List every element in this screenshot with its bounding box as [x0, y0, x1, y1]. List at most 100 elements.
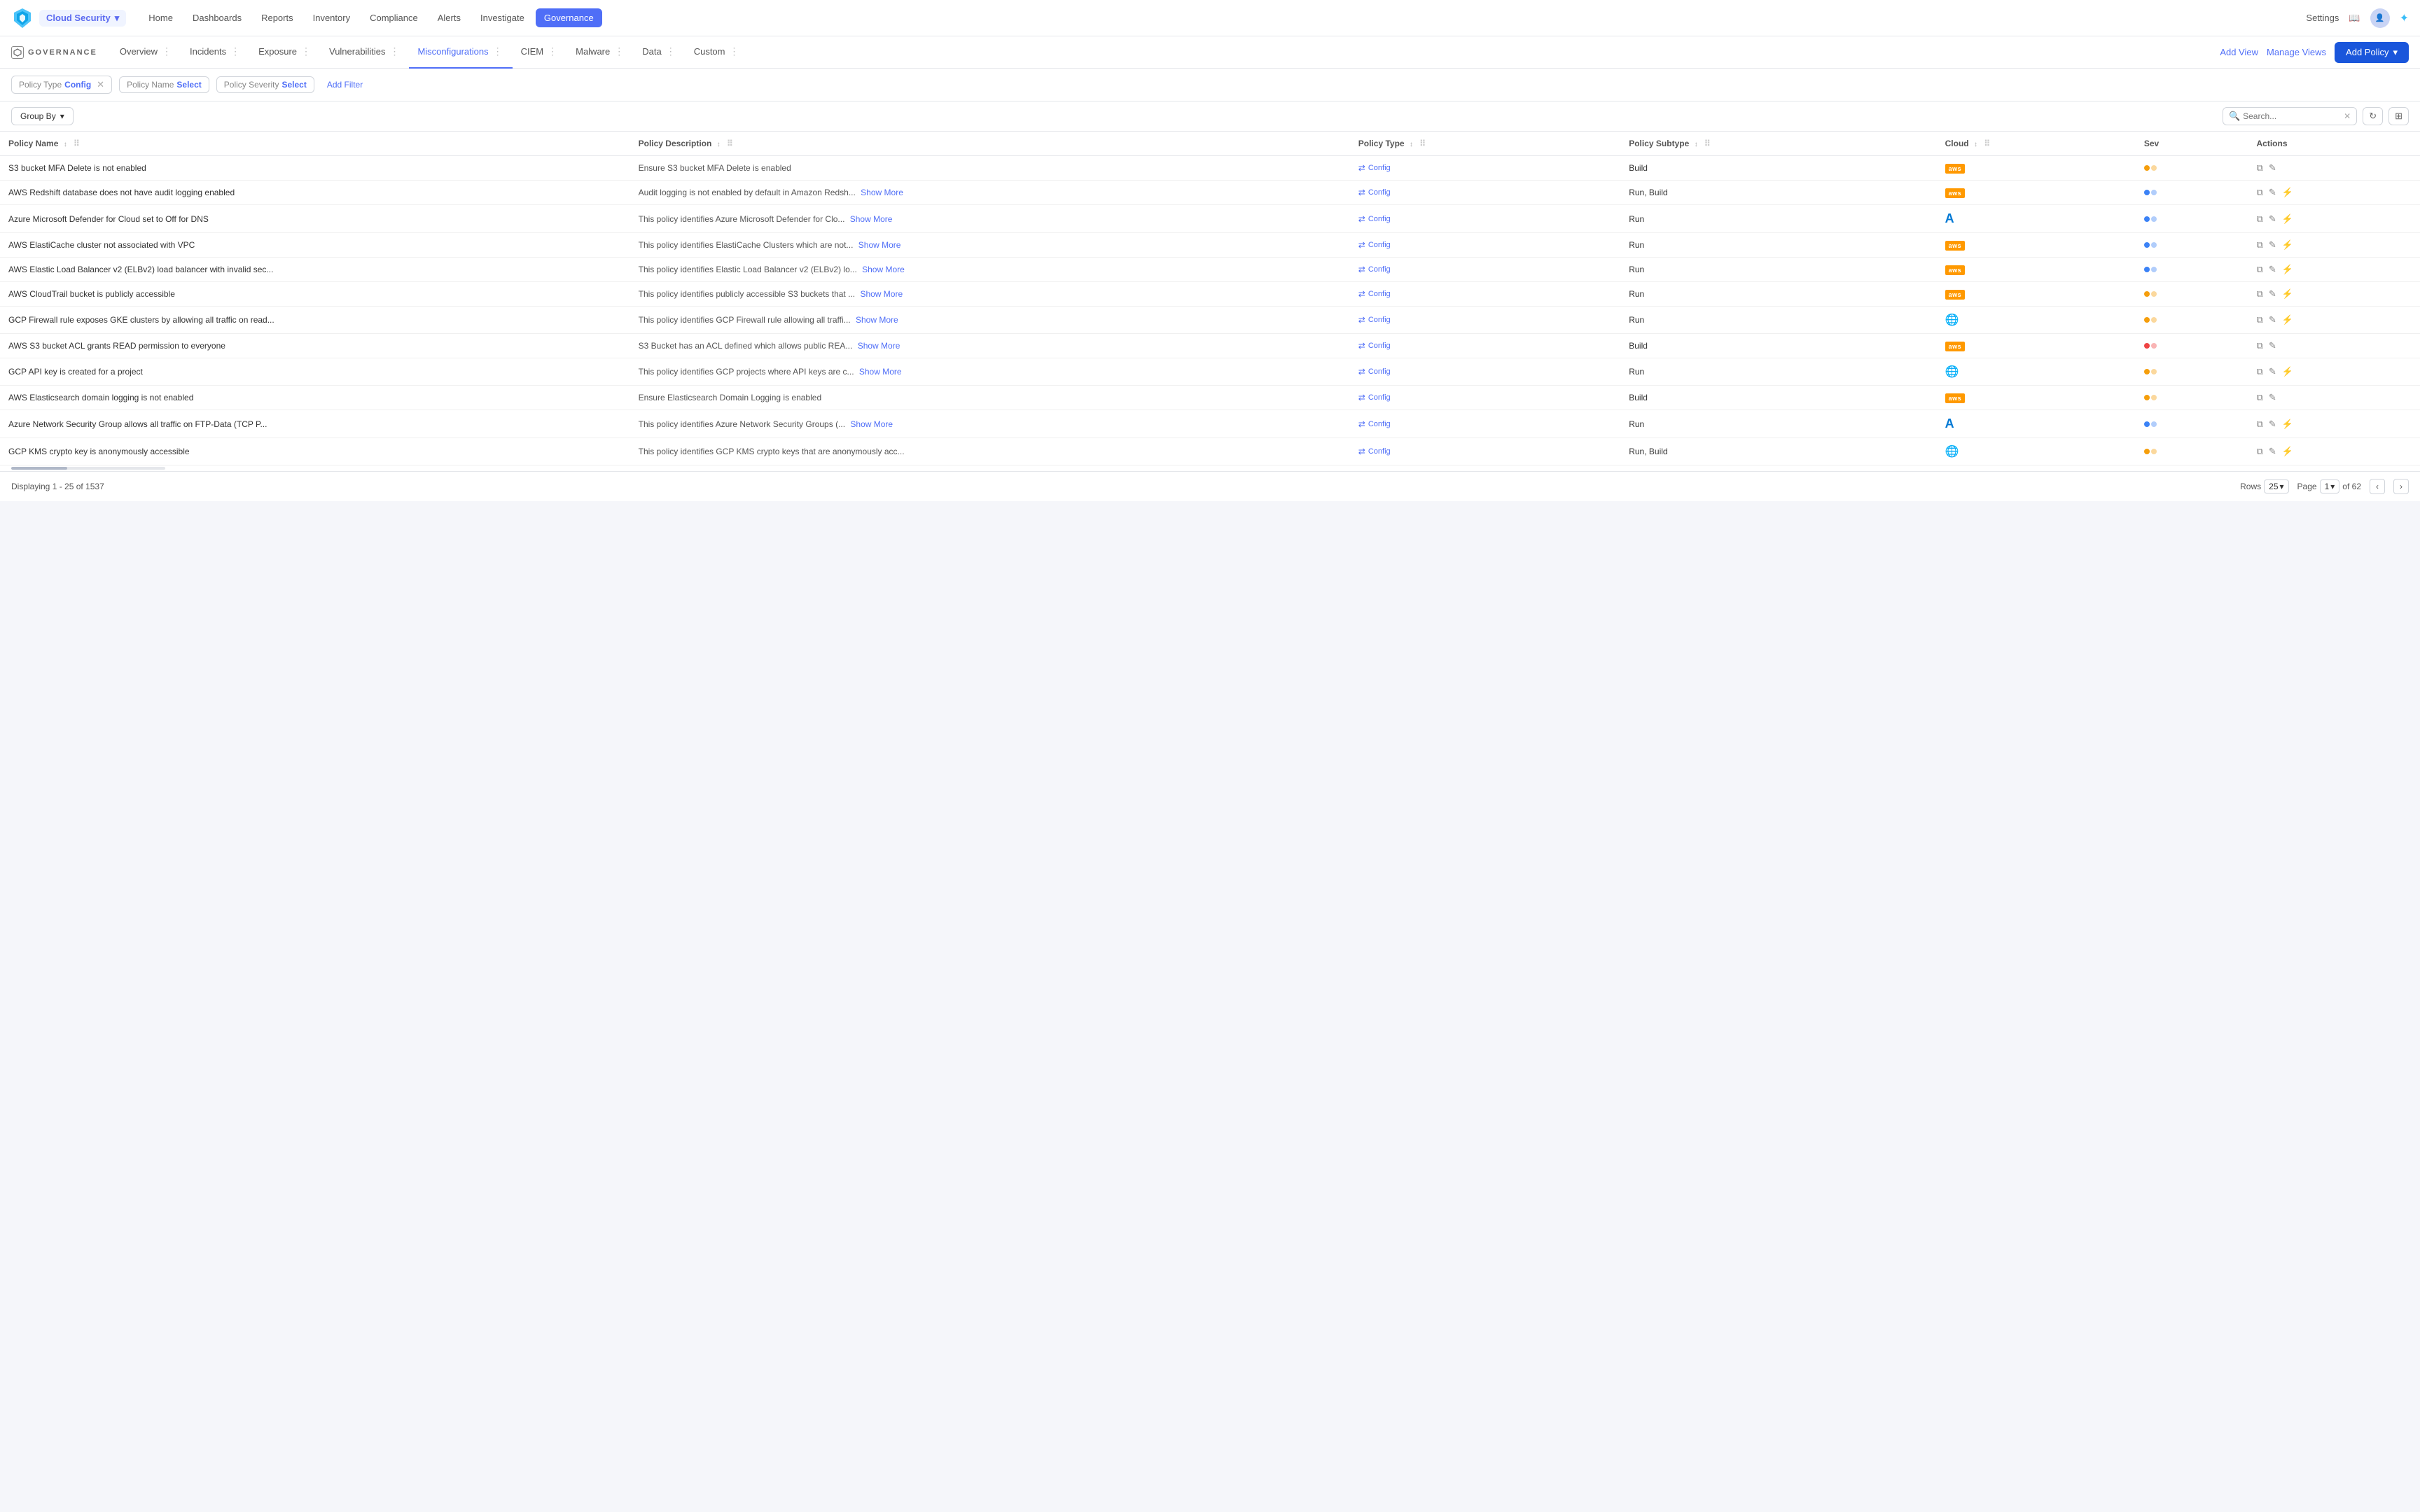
clone-action[interactable]: ⧉	[2257, 288, 2263, 300]
overview-dots[interactable]: ⋮	[160, 46, 173, 57]
sub-nav-misconfigurations[interactable]: Misconfigurations⋮	[409, 36, 512, 69]
scrollbar-thumb[interactable]	[11, 467, 67, 470]
clone-action[interactable]: ⧉	[2257, 340, 2263, 351]
book-icon[interactable]: 📖	[2349, 13, 2360, 24]
col-cloud[interactable]: Cloud ↕ ⠿	[1937, 132, 2136, 156]
sub-nav-overview[interactable]: Overview⋮	[111, 36, 181, 69]
show-more-link[interactable]: Show More	[858, 240, 901, 250]
nav-item-reports[interactable]: Reports	[253, 8, 302, 27]
nav-item-governance[interactable]: Governance	[536, 8, 602, 27]
edit-action[interactable]: ✎	[2269, 340, 2276, 351]
group-by-button[interactable]: Group By ▾	[11, 107, 74, 125]
col-severity[interactable]: Sev	[2136, 132, 2248, 156]
col-policy-subtype[interactable]: Policy Subtype ↕ ⠿	[1620, 132, 1936, 156]
policy-name-filter[interactable]: Policy Name Select	[119, 76, 209, 93]
show-more-link[interactable]: Show More	[859, 367, 902, 377]
show-more-link[interactable]: Show More	[850, 214, 893, 224]
more-action[interactable]: ⚡	[2282, 187, 2293, 198]
clone-action[interactable]: ⧉	[2257, 419, 2263, 430]
drag-icon-policy-name[interactable]: ⠿	[74, 139, 80, 148]
edit-action[interactable]: ✎	[2269, 392, 2276, 403]
manage-views-button[interactable]: Manage Views	[2267, 47, 2326, 57]
search-input[interactable]	[2243, 111, 2341, 121]
custom-dots[interactable]: ⋮	[728, 46, 741, 57]
edit-action[interactable]: ✎	[2269, 446, 2276, 457]
show-more-link[interactable]: Show More	[862, 265, 905, 274]
data-dots[interactable]: ⋮	[665, 46, 677, 57]
sub-nav-custom[interactable]: Custom⋮	[686, 36, 749, 69]
clone-action[interactable]: ⧉	[2257, 214, 2263, 225]
exposure-dots[interactable]: ⋮	[300, 46, 312, 57]
nav-item-compliance[interactable]: Compliance	[361, 8, 426, 27]
sub-nav-incidents[interactable]: Incidents⋮	[181, 36, 250, 69]
sub-nav-vulnerabilities[interactable]: Vulnerabilities⋮	[321, 36, 409, 69]
table-scroll[interactable]: Policy Name ↕ ⠿ Policy Description ↕ ⠿ P…	[0, 132, 2420, 465]
col-policy-description[interactable]: Policy Description ↕ ⠿	[630, 132, 1350, 156]
add-view-button[interactable]: Add View	[2220, 47, 2258, 57]
prev-page-button[interactable]: ‹	[2370, 479, 2385, 494]
sub-nav-exposure[interactable]: Exposure⋮	[250, 36, 321, 69]
drag-icon-policy-type[interactable]: ⠿	[1419, 139, 1426, 148]
clone-action[interactable]: ⧉	[2257, 392, 2263, 403]
nav-item-alerts[interactable]: Alerts	[429, 8, 469, 27]
edit-action[interactable]: ✎	[2269, 264, 2276, 275]
page-select-box[interactable]: 1 ▾	[2320, 479, 2340, 493]
more-action[interactable]: ⚡	[2282, 288, 2293, 300]
col-policy-type[interactable]: Policy Type ↕ ⠿	[1350, 132, 1620, 156]
rows-select-box[interactable]: 25 ▾	[2264, 479, 2288, 493]
edit-action[interactable]: ✎	[2269, 214, 2276, 225]
search-clear-icon[interactable]: ✕	[2344, 111, 2351, 121]
show-more-link[interactable]: Show More	[861, 188, 903, 197]
nav-item-inventory[interactable]: Inventory	[305, 8, 359, 27]
clone-action[interactable]: ⧉	[2257, 187, 2263, 198]
vulnerabilities-dots[interactable]: ⋮	[388, 46, 401, 57]
sub-nav-malware[interactable]: Malware⋮	[567, 36, 634, 69]
nav-item-home[interactable]: Home	[140, 8, 181, 27]
more-action[interactable]: ⚡	[2282, 239, 2293, 251]
more-action[interactable]: ⚡	[2282, 366, 2293, 377]
next-page-button[interactable]: ›	[2393, 479, 2409, 494]
add-filter-button[interactable]: Add Filter	[321, 77, 368, 92]
show-more-link[interactable]: Show More	[856, 315, 898, 325]
more-action[interactable]: ⚡	[2282, 214, 2293, 225]
clone-action[interactable]: ⧉	[2257, 314, 2263, 326]
drag-icon-policy-subtype[interactable]: ⠿	[1704, 139, 1711, 148]
more-action[interactable]: ⚡	[2282, 264, 2293, 275]
drag-icon-policy-desc[interactable]: ⠿	[727, 139, 733, 148]
more-action[interactable]: ⚡	[2282, 419, 2293, 430]
edit-action[interactable]: ✎	[2269, 419, 2276, 430]
user-avatar[interactable]: 👤	[2370, 8, 2390, 28]
incidents-dots[interactable]: ⋮	[229, 46, 242, 57]
show-more-link[interactable]: Show More	[860, 289, 903, 299]
nav-item-dashboards[interactable]: Dashboards	[184, 8, 250, 27]
misconfigurations-dots[interactable]: ⋮	[492, 46, 504, 57]
edit-action[interactable]: ✎	[2269, 314, 2276, 326]
nav-item-investigate[interactable]: Investigate	[472, 8, 533, 27]
columns-button[interactable]: ⊞	[2388, 107, 2409, 125]
add-policy-button[interactable]: Add Policy ▾	[2335, 42, 2409, 63]
col-policy-name[interactable]: Policy Name ↕ ⠿	[0, 132, 630, 156]
ciem-dots[interactable]: ⋮	[546, 46, 559, 57]
sub-nav-ciem[interactable]: CIEM⋮	[513, 36, 568, 69]
app-switcher[interactable]: Cloud Security ▾	[39, 10, 126, 27]
policy-type-filter[interactable]: Policy Type Config ✕	[11, 76, 112, 94]
clone-action[interactable]: ⧉	[2257, 446, 2263, 457]
clone-action[interactable]: ⧉	[2257, 162, 2263, 174]
clone-action[interactable]: ⧉	[2257, 239, 2263, 251]
show-more-link[interactable]: Show More	[850, 419, 893, 429]
edit-action[interactable]: ✎	[2269, 288, 2276, 300]
refresh-button[interactable]: ↻	[2363, 107, 2383, 125]
more-action[interactable]: ⚡	[2282, 314, 2293, 326]
drag-icon-cloud[interactable]: ⠿	[1984, 139, 1990, 148]
edit-action[interactable]: ✎	[2269, 162, 2276, 174]
malware-dots[interactable]: ⋮	[613, 46, 625, 57]
star-icon[interactable]: ✦	[2400, 11, 2409, 25]
settings-link[interactable]: Settings	[2306, 13, 2339, 23]
show-more-link[interactable]: Show More	[858, 341, 900, 351]
clone-action[interactable]: ⧉	[2257, 264, 2263, 275]
policy-severity-filter[interactable]: Policy Severity Select	[216, 76, 314, 93]
policy-type-remove[interactable]: ✕	[97, 79, 104, 90]
clone-action[interactable]: ⧉	[2257, 366, 2263, 377]
sub-nav-data[interactable]: Data⋮	[634, 36, 685, 69]
more-action[interactable]: ⚡	[2282, 446, 2293, 457]
